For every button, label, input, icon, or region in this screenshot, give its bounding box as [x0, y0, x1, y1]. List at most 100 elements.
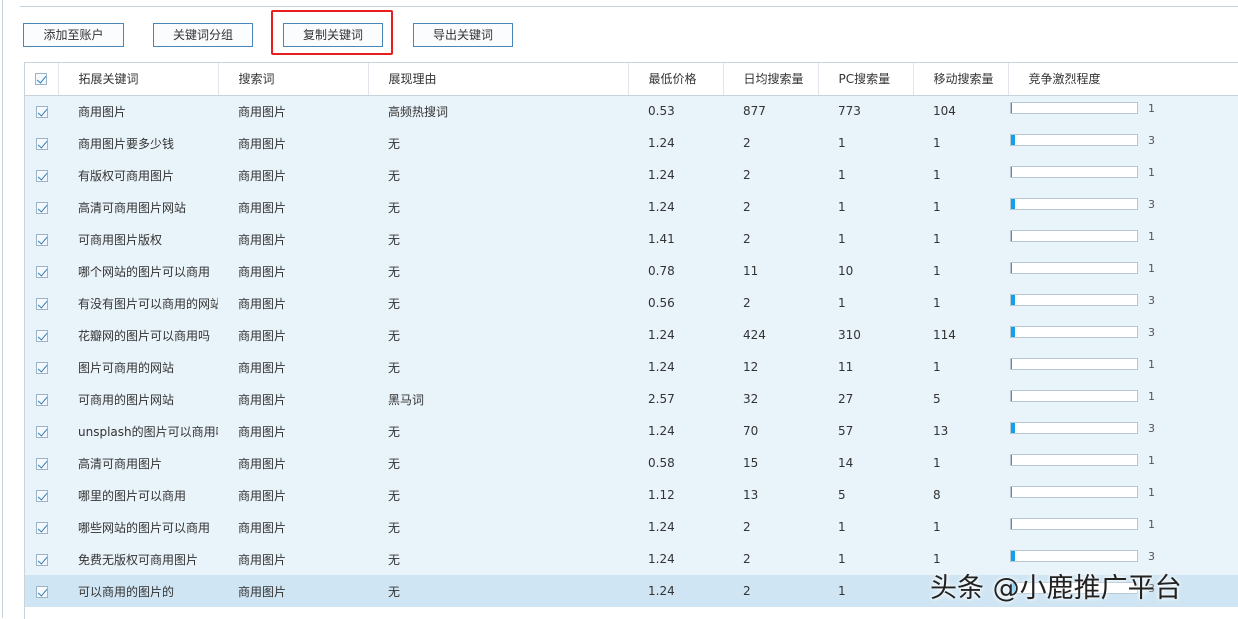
row-checkbox-icon[interactable] — [35, 297, 48, 310]
row-checkbox-icon[interactable] — [35, 521, 48, 534]
competition-bar-fill — [1011, 263, 1012, 273]
row-checkbox-cell — [25, 479, 58, 511]
competition-value: 3 — [1148, 293, 1155, 307]
header-pc-search[interactable]: PC搜索量 — [818, 63, 914, 96]
competition-bar-fill — [1011, 167, 1012, 177]
competition-bar — [1010, 486, 1138, 498]
table-row[interactable]: 哪里的图片可以商用 商用图片 无 1.12 13 5 8 1 — [25, 479, 1238, 511]
row-search-term: 商用图片 — [238, 296, 287, 311]
select-all-checkbox-icon[interactable] — [35, 73, 48, 86]
row-checkbox-icon[interactable] — [35, 329, 48, 342]
competition-bar — [1010, 134, 1138, 146]
competition-value: 1 — [1148, 229, 1155, 243]
row-daily-search: 2 — [743, 584, 751, 598]
competition-value: 3 — [1148, 421, 1155, 435]
row-checkbox-icon[interactable] — [35, 425, 48, 438]
row-mobile-search: 114 — [933, 328, 956, 342]
row-checkbox-cell — [25, 543, 58, 575]
table-row[interactable]: 商用图片要多少钱 商用图片 无 1.24 2 1 1 3 — [25, 127, 1238, 159]
row-min-price: 1.24 — [648, 200, 675, 214]
competition-bar — [1010, 326, 1138, 338]
table-row[interactable]: 可商用图片版权 商用图片 无 1.41 2 1 1 1 — [25, 223, 1238, 255]
header-daily-search[interactable]: 日均搜索量 — [723, 63, 819, 96]
row-pc-search: 1 — [838, 552, 846, 566]
header-keyword[interactable]: 拓展关键词 — [58, 63, 219, 96]
table-row[interactable]: 图片可商用的网站 商用图片无 1.24 12 11 1 1 — [25, 351, 1238, 383]
row-checkbox-icon[interactable] — [35, 265, 48, 278]
row-daily-search: 2 — [743, 232, 751, 246]
table-row[interactable]: 哪个网站的图片可以商用 商用图片无 0.78 11 10 1 1 — [25, 255, 1238, 287]
row-reason: 无 — [388, 200, 401, 215]
row-checkbox-icon[interactable] — [35, 137, 48, 150]
row-search-term: 商用图片 — [238, 328, 287, 343]
table-row[interactable]: 可商用的图片网站 商用图片 黑马词 2.57 32 27 5 1 — [25, 383, 1238, 415]
row-search-term: 商用图片 — [238, 360, 287, 375]
row-checkbox-icon[interactable] — [35, 361, 48, 374]
table-row[interactable]: 商用图片 商用图片 高频热搜词 0.53 877 773 104 1 — [25, 95, 1238, 127]
row-daily-search: 32 — [743, 392, 759, 406]
row-mobile-search: 1 — [933, 456, 941, 470]
add-to-account-button[interactable]: 添加至账户 — [23, 23, 124, 47]
row-competition: 1 — [1008, 383, 1238, 415]
row-checkbox-icon[interactable] — [35, 553, 48, 566]
row-mobile-search: 1 — [933, 136, 941, 150]
competition-bar — [1010, 390, 1138, 402]
competition-value: 1 — [1148, 453, 1155, 467]
row-checkbox-icon[interactable] — [35, 457, 48, 470]
competition-value: 3 — [1148, 549, 1155, 563]
row-min-price: 1.24 — [648, 424, 675, 438]
export-keywords-button[interactable]: 导出关键词 — [413, 23, 513, 47]
row-checkbox-icon[interactable] — [35, 233, 48, 246]
row-checkbox-icon[interactable] — [35, 105, 48, 118]
header-competition[interactable]: 竞争激烈程度 — [1008, 63, 1238, 96]
row-competition: 1 — [1008, 223, 1238, 255]
row-checkbox-icon[interactable] — [35, 201, 48, 214]
row-checkbox-icon[interactable] — [35, 169, 48, 182]
row-keyword: 商用图片要多少钱 — [78, 136, 175, 151]
table-row[interactable]: 哪些网站的图片可以商用 商用图片 无 1.24 2 1 1 1 — [25, 511, 1238, 543]
header-reason[interactable]: 展现理由 — [368, 63, 629, 96]
row-keyword: 可商用图片版权 — [78, 232, 163, 247]
row-pc-search: 1 — [838, 168, 846, 182]
table-row[interactable]: 有没有图片可以商用的网站 商用图片 无 0.56 2 1 1 3 — [25, 287, 1238, 319]
row-reason: 无 — [388, 232, 401, 247]
row-pc-search: 773 — [838, 104, 861, 119]
row-checkbox-cell — [25, 287, 58, 319]
header-search-term[interactable]: 搜索词 — [218, 63, 369, 96]
table-row[interactable]: 有版权可商用图片 商用图片 无 1.24 2 1 1 1 — [25, 159, 1238, 191]
competition-value: 1 — [1148, 165, 1155, 179]
keyword-group-button[interactable]: 关键词分组 — [153, 23, 253, 47]
row-mobile-search: 1 — [933, 168, 941, 182]
competition-value: 3 — [1148, 133, 1155, 147]
header-min-price[interactable]: 最低价格 — [628, 63, 724, 96]
header-mobile-search[interactable]: 移动搜索量 — [913, 63, 1009, 96]
row-daily-search: 11 — [743, 264, 759, 278]
row-keyword: 图片可商用的网站 — [78, 360, 175, 375]
keyword-table: 拓展关键词 搜索词 展现理由 最低价格 日均搜索量 PC搜索量 移动搜索量 竞争… — [25, 63, 1238, 607]
table-row[interactable]: 高清可商用图片 商用图片 无 0.58 15 14 1 1 — [25, 447, 1238, 479]
competition-bar — [1010, 358, 1138, 370]
competition-bar-fill — [1011, 455, 1012, 465]
row-search-term: 商用图片 — [238, 136, 287, 151]
row-checkbox-icon[interactable] — [35, 585, 48, 598]
table-row[interactable]: 高清可商用图片网站 商用图片 无 1.24 2 1 1 3 — [25, 191, 1238, 223]
row-keyword: 高清可商用图片 — [78, 456, 163, 471]
row-checkbox-cell — [25, 255, 58, 287]
row-search-term: 商用图片 — [238, 552, 287, 567]
competition-value: 1 — [1148, 517, 1155, 531]
top-divider — [20, 6, 1238, 7]
row-checkbox-cell — [25, 319, 58, 351]
table-row[interactable]: unsplash的图片可以商用吗 商用图片 无 1.24 70 57 13 3 — [25, 415, 1238, 447]
row-pc-search: 27 — [838, 392, 854, 406]
competition-value: 1 — [1148, 101, 1155, 115]
row-checkbox-icon[interactable] — [35, 393, 48, 406]
row-keyword: 可商用的图片网站 — [78, 392, 175, 407]
row-pc-search: 5 — [838, 488, 846, 502]
row-checkbox-icon[interactable] — [35, 489, 48, 502]
row-checkbox-cell — [25, 159, 58, 191]
competition-bar-fill — [1011, 551, 1015, 561]
row-checkbox-cell — [25, 415, 58, 447]
row-keyword: 免费无版权可商用图片 — [78, 552, 199, 567]
table-row[interactable]: 花瓣网的图片可以商用吗 商用图片 无 1.24 424 310 114 3 — [25, 319, 1238, 351]
competition-bar-fill — [1011, 391, 1012, 401]
